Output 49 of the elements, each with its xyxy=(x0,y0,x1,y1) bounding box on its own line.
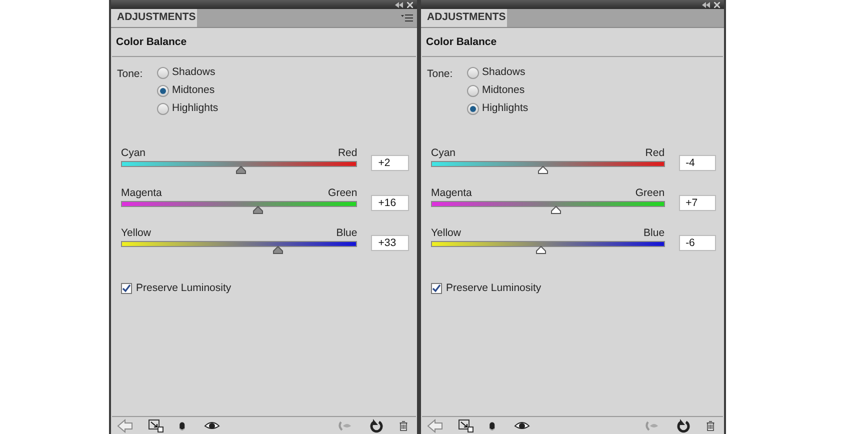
value-field[interactable]: -4 xyxy=(678,155,716,171)
color-slider[interactable] xyxy=(431,241,665,255)
tone-radio[interactable]: Midtones xyxy=(467,84,528,98)
panel-tab[interactable]: ADJUSTMENTS xyxy=(421,9,507,27)
close-icon[interactable] xyxy=(714,2,720,8)
back-arrow-icon[interactable] xyxy=(427,418,443,432)
color-slider[interactable] xyxy=(121,161,358,175)
checkmark-icon xyxy=(122,284,131,294)
slider-left-label: Cyan xyxy=(431,146,456,160)
slider-right-label: Red xyxy=(645,146,665,160)
menu-icon[interactable] xyxy=(401,14,413,23)
slider-left-label: Yellow xyxy=(431,226,461,240)
slider-left-label: Magenta xyxy=(121,186,162,200)
tone-label: Tone: xyxy=(117,67,144,82)
reset-icon[interactable] xyxy=(368,418,384,432)
color-slider[interactable] xyxy=(431,161,665,175)
back-arrow-icon[interactable] xyxy=(117,418,133,432)
slider-left-label: Magenta xyxy=(431,186,472,200)
value-field[interactable]: +7 xyxy=(678,195,716,211)
adjustment-title: Color Balance xyxy=(425,35,498,50)
color-slider[interactable] xyxy=(121,241,358,255)
slider-left-label: Cyan xyxy=(121,146,146,160)
tone-radio[interactable]: Shadows xyxy=(157,66,218,80)
slider-right-label: Blue xyxy=(644,226,665,240)
clip-layer-icon[interactable] xyxy=(458,418,474,432)
tone-label: Tone: xyxy=(427,67,454,82)
tone-radio[interactable]: Midtones xyxy=(157,84,218,98)
slider-right-label: Red xyxy=(338,146,358,160)
slider-right-label: Green xyxy=(635,186,665,200)
color-slider[interactable] xyxy=(431,201,665,215)
tone-radio[interactable]: Shadows xyxy=(467,66,528,80)
checkmark-icon xyxy=(432,284,441,294)
value-field[interactable]: -6 xyxy=(678,235,716,251)
value-field[interactable]: +33 xyxy=(371,235,409,251)
adjustment-title: Color Balance xyxy=(115,35,188,50)
value-field[interactable]: +2 xyxy=(371,155,409,171)
preserve-luminosity-checkbox[interactable]: Preserve Luminosity xyxy=(111,255,417,297)
preserve-luminosity-checkbox[interactable]: Preserve Luminosity xyxy=(421,255,724,297)
clip-layer-icon[interactable] xyxy=(148,418,164,432)
tone-radio[interactable]: Highlights xyxy=(467,102,528,116)
tone-radio[interactable]: Highlights xyxy=(157,102,218,116)
value-field[interactable]: +16 xyxy=(371,195,409,211)
color-slider[interactable] xyxy=(121,201,358,215)
slider-left-label: Yellow xyxy=(121,226,151,240)
close-icon[interactable] xyxy=(407,2,413,8)
slider-right-label: Green xyxy=(328,186,358,200)
panel-tab[interactable]: ADJUSTMENTS xyxy=(111,9,197,27)
reset-icon[interactable] xyxy=(675,418,691,432)
slider-right-label: Blue xyxy=(336,226,358,240)
